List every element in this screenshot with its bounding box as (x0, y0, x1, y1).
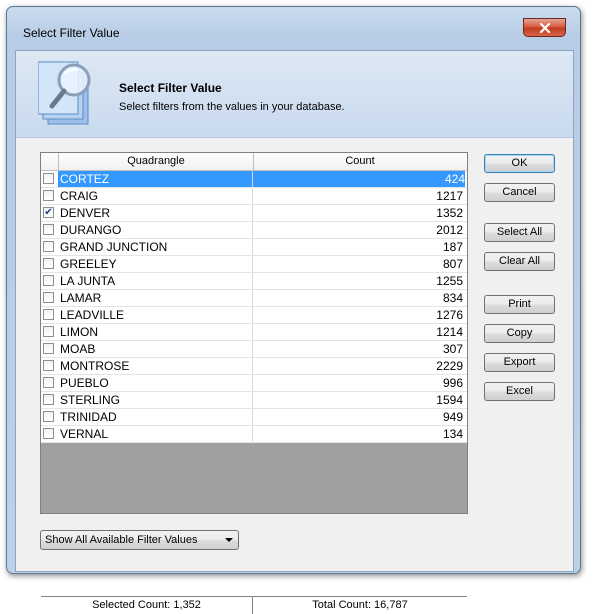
quadrangle-cell: LAMAR (60, 291, 102, 305)
column-header-count[interactable]: Count (253, 153, 467, 170)
row-checkbox[interactable] (43, 360, 54, 371)
count-cell: 1255 (436, 274, 463, 288)
row-checkbox[interactable] (43, 428, 54, 439)
count-cell: 1214 (436, 325, 463, 339)
table-row[interactable]: LIMON 1214 (41, 324, 467, 341)
count-cell: 2229 (436, 359, 463, 373)
count-cell: 1352 (436, 206, 463, 220)
row-checkbox[interactable]: ✔ (43, 207, 54, 218)
table-row[interactable]: TRINIDAD 949 (41, 409, 467, 426)
table-row[interactable]: MOAB 307 (41, 341, 467, 358)
quadrangle-cell: DURANGO (60, 223, 122, 237)
count-cell: 996 (442, 376, 463, 390)
count-cell: 307 (442, 342, 463, 356)
header-title: Select Filter Value (119, 81, 222, 95)
count-cell: 807 (442, 257, 463, 271)
quadrangle-cell: GREELEY (60, 257, 117, 271)
close-button[interactable] (523, 18, 566, 37)
quadrangle-cell: CORTEZ (58, 171, 252, 187)
table-row[interactable]: DURANGO 2012 (41, 222, 467, 239)
row-checkbox[interactable] (43, 411, 54, 422)
dialog-window: Select Filter Value Select Filter Value … (6, 6, 581, 614)
row-checkbox[interactable] (43, 394, 54, 405)
count-cell: 949 (442, 410, 463, 424)
table-row[interactable]: LEADVILLE 1276 (41, 307, 467, 324)
table-row[interactable]: STERLING 1594 (41, 392, 467, 409)
quadrangle-cell: MOAB (60, 342, 96, 356)
table-row[interactable]: CRAIG 1217 (41, 188, 467, 205)
table-row[interactable]: GRAND JUNCTION 187 (41, 239, 467, 256)
quadrangle-cell: PUEBLO (60, 376, 109, 390)
row-checkbox[interactable] (43, 275, 54, 286)
row-checkbox[interactable] (43, 326, 54, 337)
quadrangle-cell: VERNAL (60, 427, 109, 441)
quadrangle-cell: DENVER (60, 206, 111, 220)
count-cell: 424 (253, 171, 465, 187)
select-all-button[interactable]: Select All (484, 223, 555, 242)
quadrangle-cell: CRAIG (60, 189, 99, 203)
header-subtitle: Select filters from the values in your d… (119, 101, 345, 113)
grid-rows: CORTEZ 424 CRAIG 1217 ✔ DENVER 1352 DURANGO 2012… (41, 171, 467, 443)
grid-header: Quadrangle Count (41, 153, 467, 171)
quadrangle-cell: STERLING (60, 393, 121, 407)
table-row[interactable]: LAMAR 834 (41, 290, 467, 307)
copy-button[interactable]: Copy (484, 324, 555, 343)
ok-button[interactable]: OK (484, 154, 555, 173)
count-cell: 1217 (436, 189, 463, 203)
row-checkbox[interactable] (43, 258, 54, 269)
table-row[interactable]: ✔ DENVER 1352 (41, 205, 467, 222)
row-checkbox[interactable] (43, 173, 54, 184)
quadrangle-cell: TRINIDAD (60, 410, 117, 424)
close-icon (539, 22, 550, 33)
table-row[interactable]: PUEBLO 996 (41, 375, 467, 392)
export-button[interactable]: Export (484, 353, 555, 372)
row-checkbox[interactable] (43, 241, 54, 252)
selected-count: Selected Count: 1,352 (41, 596, 253, 614)
title-bar[interactable]: Select Filter Value (7, 7, 580, 40)
filter-mode-value: Show All Available Filter Values (45, 534, 198, 546)
excel-button[interactable]: Excel (484, 382, 555, 401)
filter-values-grid[interactable]: Quadrangle Count CORTEZ 424 CRAIG 1217 ✔ DENV… (40, 152, 468, 614)
quadrangle-cell: LEADVILLE (60, 308, 125, 322)
table-row[interactable]: MONTROSE 2229 (41, 358, 467, 375)
row-checkbox[interactable] (43, 224, 54, 235)
count-cell: 134 (442, 427, 463, 441)
row-checkbox[interactable] (43, 292, 54, 303)
row-checkbox[interactable] (43, 190, 54, 201)
window-title: Select Filter Value (23, 26, 120, 40)
total-count: Total Count: 16,787 (253, 596, 467, 614)
count-cell: 2012 (436, 223, 463, 237)
chevron-down-icon (225, 538, 233, 542)
table-row[interactable]: CORTEZ 424 (41, 171, 467, 188)
count-cell: 1276 (436, 308, 463, 322)
quadrangle-cell: LA JUNTA (60, 274, 116, 288)
row-checkbox[interactable] (43, 309, 54, 320)
table-row[interactable]: VERNAL 134 (41, 426, 467, 443)
header-banner: Select Filter Value Select filters from … (16, 51, 573, 138)
table-row[interactable]: GREELEY 807 (41, 256, 467, 273)
count-cell: 834 (442, 291, 463, 305)
count-cell: 1594 (436, 393, 463, 407)
filter-mode-dropdown[interactable]: Show All Available Filter Values (40, 530, 239, 550)
quadrangle-cell: MONTROSE (60, 359, 130, 373)
row-checkbox[interactable] (43, 343, 54, 354)
filter-search-icon (38, 61, 91, 125)
dialog-body: Select Filter Value Select filters from … (15, 50, 574, 614)
table-row[interactable]: LA JUNTA 1255 (41, 273, 467, 290)
clear-all-button[interactable]: Clear All (484, 252, 555, 271)
cancel-button[interactable]: Cancel (484, 183, 555, 202)
quadrangle-cell: GRAND JUNCTION (60, 240, 168, 254)
row-checkbox[interactable] (43, 377, 54, 388)
column-header-quadrangle[interactable]: Quadrangle (58, 153, 254, 170)
quadrangle-cell: LIMON (60, 325, 99, 339)
print-button[interactable]: Print (484, 295, 555, 314)
count-cell: 187 (442, 240, 463, 254)
